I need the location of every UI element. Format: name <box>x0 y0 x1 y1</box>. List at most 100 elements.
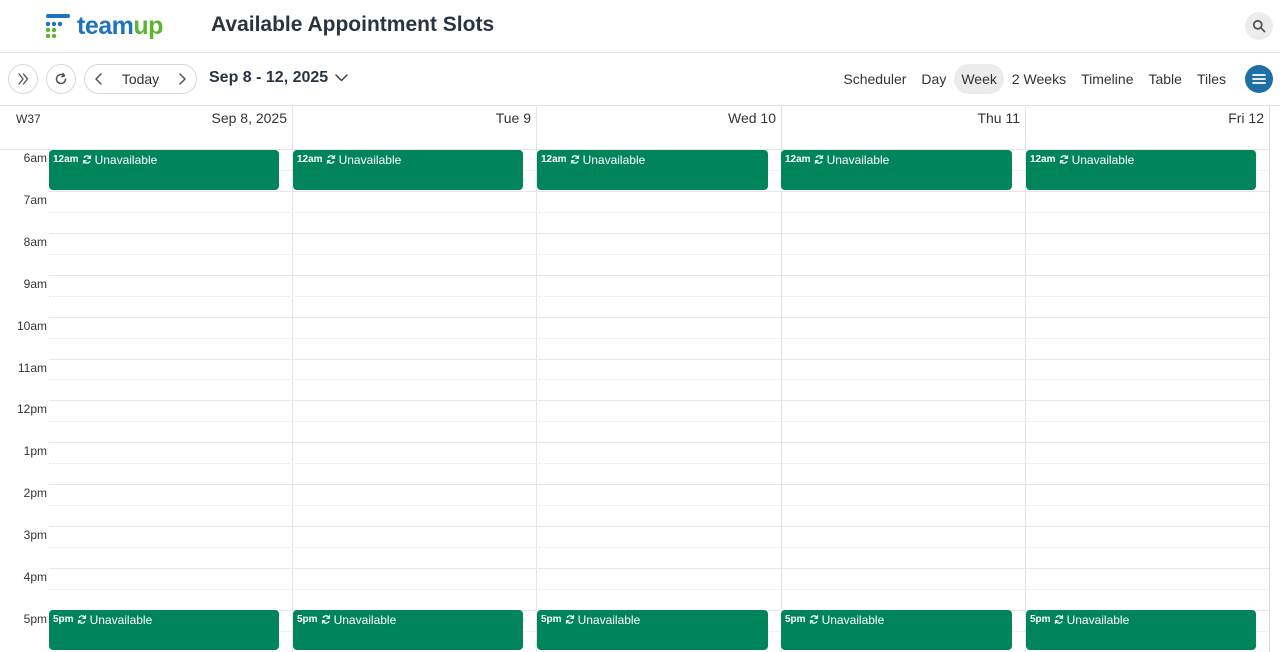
view-scheduler-button[interactable]: Scheduler <box>836 64 913 94</box>
view-timeline-button[interactable]: Timeline <box>1074 64 1140 94</box>
half-hour-gridline <box>49 212 1269 213</box>
hour-gridline <box>49 568 1269 569</box>
event-unavailable[interactable]: 12am Unavailable <box>293 150 523 190</box>
recurring-icon-wrapper <box>77 614 87 625</box>
main-menu-button[interactable] <box>1245 65 1273 93</box>
hamburger-menu-icon <box>1252 74 1266 84</box>
hour-label: 3pm <box>23 528 47 542</box>
event-unavailable[interactable]: 5pm Unavailable <box>293 610 523 650</box>
recurring-icon-wrapper <box>809 614 819 625</box>
hour-label: 2pm <box>23 486 47 500</box>
recurring-icon <box>82 155 91 164</box>
day-header[interactable]: Wed 10 <box>537 110 776 126</box>
recurring-icon-wrapper <box>570 154 580 165</box>
event-unavailable[interactable]: 12am Unavailable <box>49 150 279 190</box>
event-title: Unavailable <box>826 153 890 167</box>
event-title: Unavailable <box>1066 613 1130 627</box>
half-hour-gridline <box>49 379 1269 380</box>
hour-gridline <box>49 359 1269 360</box>
half-hour-gridline <box>49 463 1269 464</box>
day-header[interactable]: Fri 12 <box>1026 110 1264 126</box>
calendar-right-border <box>1269 106 1270 652</box>
date-range-label: Sep 8 - 12, 2025 <box>209 69 329 86</box>
recurring-icon <box>321 615 330 624</box>
hour-label: 1pm <box>23 444 47 458</box>
recurring-icon <box>77 615 86 624</box>
event-title: Unavailable <box>94 153 158 167</box>
hour-label: 11am <box>17 361 47 375</box>
hour-label: 7am <box>23 193 47 207</box>
half-hour-gridline <box>49 254 1269 255</box>
event-title: Unavailable <box>333 613 397 627</box>
hour-label: 4pm <box>23 570 47 584</box>
event-unavailable[interactable]: 5pm Unavailable <box>1026 610 1256 650</box>
hour-label: 8am <box>23 235 47 249</box>
hour-gridline <box>49 275 1269 276</box>
view-day-button[interactable]: Day <box>914 64 953 94</box>
event-time: 12am <box>785 154 811 165</box>
today-button[interactable]: Today <box>113 65 168 93</box>
event-time: 5pm <box>53 614 74 625</box>
hour-gridline <box>49 526 1269 527</box>
event-title: Unavailable <box>338 153 402 167</box>
teamup-logo[interactable]: teamup <box>46 12 163 40</box>
recurring-icon-wrapper <box>1054 614 1064 625</box>
previous-period-button[interactable] <box>85 65 113 93</box>
view-tiles-button[interactable]: Tiles <box>1190 64 1233 94</box>
recurring-icon <box>326 155 335 164</box>
page-title: Available Appointment Slots <box>211 13 495 36</box>
date-range-picker[interactable]: Sep 8 - 12, 2025 <box>209 69 348 87</box>
next-period-button[interactable] <box>168 65 196 93</box>
event-unavailable[interactable]: 5pm Unavailable <box>49 610 279 650</box>
chevron-left-icon <box>95 73 102 85</box>
view-2-weeks-button[interactable]: 2 Weeks <box>1005 64 1073 94</box>
event-unavailable[interactable]: 12am Unavailable <box>781 150 1012 190</box>
search-icon <box>1252 19 1266 33</box>
view-table-button[interactable]: Table <box>1141 64 1188 94</box>
expand-sidebar-button[interactable] <box>8 64 38 94</box>
recurring-icon-wrapper <box>565 614 575 625</box>
event-title: Unavailable <box>582 153 646 167</box>
day-header[interactable]: Tue 9 <box>293 110 531 126</box>
logo-wordmark: teamup <box>77 12 163 40</box>
event-title: Unavailable <box>821 613 885 627</box>
date-navigation: Today <box>84 64 197 94</box>
event-unavailable[interactable]: 5pm Unavailable <box>537 610 768 650</box>
event-time: 12am <box>53 154 79 165</box>
hour-label: 12pm <box>16 402 47 416</box>
event-time: 12am <box>1030 154 1056 165</box>
hour-label: 6am <box>23 151 47 165</box>
hour-label: 5pm <box>23 612 47 626</box>
recurring-icon <box>809 615 818 624</box>
refresh-icon <box>55 72 67 85</box>
half-hour-gridline <box>49 421 1269 422</box>
hour-gridline <box>49 400 1269 401</box>
event-time: 5pm <box>1030 614 1051 625</box>
recurring-icon-wrapper <box>326 154 336 165</box>
calendar-toolbar: Today Sep 8 - 12, 2025 Scheduler Day Week 2… <box>0 53 1280 106</box>
hour-label: 10am <box>16 319 47 333</box>
view-week-button[interactable]: Week <box>954 64 1004 94</box>
week-number: W37 <box>16 112 41 126</box>
event-unavailable[interactable]: 12am Unavailable <box>1026 150 1256 190</box>
hour-label: 9am <box>23 277 47 291</box>
hour-gridline <box>49 191 1269 192</box>
event-unavailable[interactable]: 12am Unavailable <box>537 150 768 190</box>
search-button[interactable] <box>1245 12 1273 40</box>
day-header[interactable]: Thu 11 <box>781 110 1020 126</box>
event-time: 5pm <box>785 614 806 625</box>
logo-text-up: up <box>133 12 163 40</box>
double-chevron-right-icon <box>18 73 29 85</box>
recurring-icon <box>570 155 579 164</box>
event-unavailable[interactable]: 5pm Unavailable <box>781 610 1012 650</box>
view-switcher: Scheduler Day Week 2 Weeks Timeline Table Tile… <box>835 64 1233 94</box>
half-hour-gridline <box>49 589 1269 590</box>
half-hour-gridline <box>49 338 1269 339</box>
event-title: Unavailable <box>577 613 641 627</box>
recurring-icon-wrapper <box>82 154 92 165</box>
logo-text-team: team <box>77 12 134 40</box>
teamup-logo-icon <box>46 14 70 38</box>
refresh-button[interactable] <box>46 64 76 94</box>
day-header[interactable]: Sep 8, 2025 <box>49 110 287 126</box>
hour-gridline <box>49 442 1269 443</box>
